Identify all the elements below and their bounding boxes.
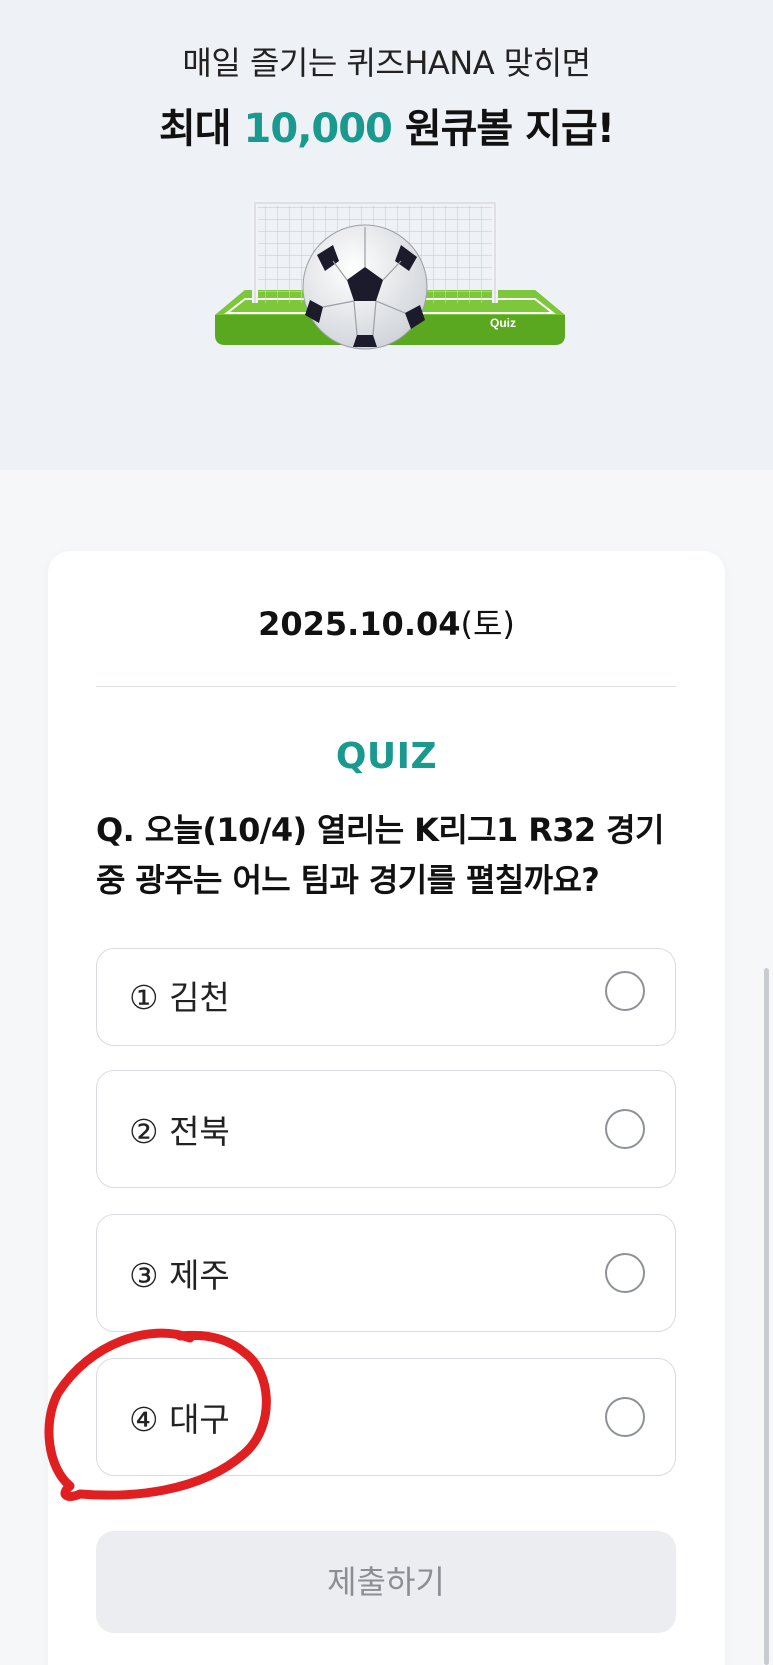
scrollbar[interactable] — [764, 968, 769, 1665]
hero-title-prefix: 최대 — [159, 106, 244, 152]
quiz-question: Q. 오늘(10/4) 열리는 K리그1 R32 경기 중 광주는 어느 팀과 … — [96, 811, 664, 899]
option-label: ② 전북 — [129, 1112, 230, 1151]
option-label: ① 김천 — [129, 978, 230, 1017]
hero-title-amount: 10,000 — [243, 106, 393, 152]
quiz-date: 2025.10.04(토) — [48, 599, 725, 645]
divider — [96, 686, 676, 687]
option-label: ③ 제주 — [129, 1256, 230, 1295]
illustration-caption: Quiz — [490, 316, 516, 330]
submit-button[interactable]: 제출하기 — [96, 1531, 676, 1633]
quiz-date-value: 2025.10.04 — [258, 605, 461, 643]
radio-button[interactable] — [605, 1397, 645, 1437]
hero-title: 최대 10,000 원큐볼 지급! — [0, 96, 773, 154]
quiz-day-of-week: (토) — [460, 605, 515, 643]
hero-subtitle: 매일 즐기는 퀴즈HANA 맞히면 — [182, 44, 591, 82]
option-2[interactable]: ② 전북 — [96, 1070, 676, 1188]
option-3[interactable]: ③ 제주 — [96, 1214, 676, 1332]
quiz-label: QUIZ — [335, 736, 438, 777]
hero-banner: 매일 즐기는 퀴즈HANA 맞히면 최대 10,000 원큐볼 지급! Quiz — [0, 0, 773, 470]
option-1[interactable]: ① 김천 — [96, 948, 676, 1046]
radio-button[interactable] — [605, 1253, 645, 1293]
hero-title-suffix: 원큐볼 지급! — [391, 106, 615, 152]
radio-button[interactable] — [605, 1109, 645, 1149]
red-circle-annotation — [44, 1328, 271, 1501]
radio-button[interactable] — [605, 971, 645, 1011]
soccer-goal-illustration: Quiz — [215, 200, 565, 350]
